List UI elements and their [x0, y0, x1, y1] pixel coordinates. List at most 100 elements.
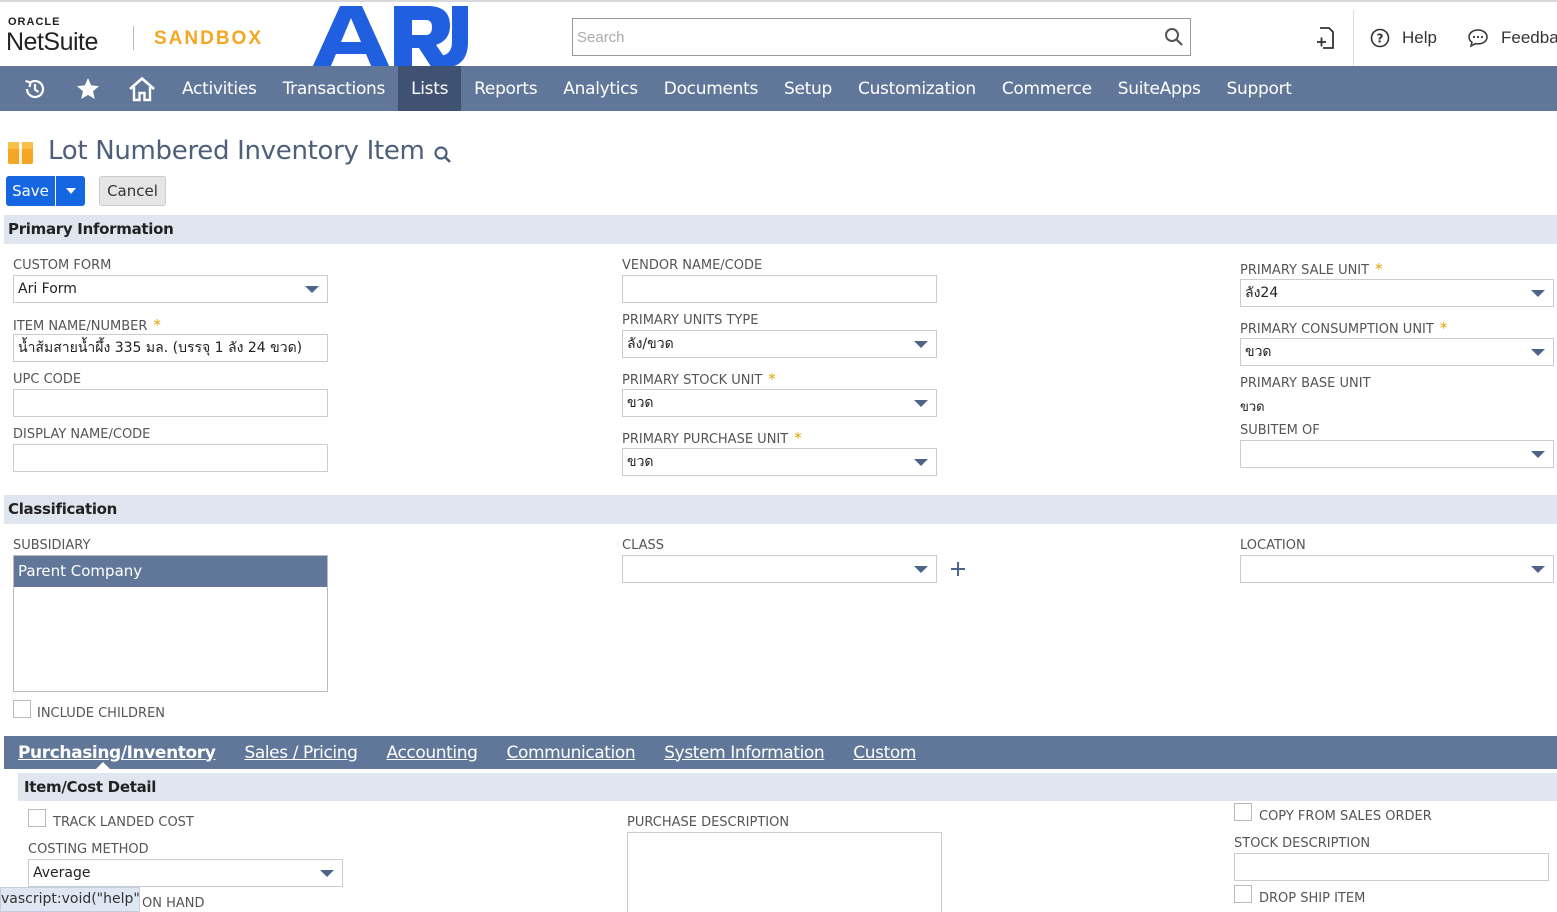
nav-support[interactable]: Support [1214, 66, 1305, 111]
tab-accounting[interactable]: Accounting [387, 743, 478, 763]
chevron-down-icon [914, 341, 928, 348]
subitem-of-select[interactable] [1240, 440, 1554, 468]
required-marker: * [794, 429, 802, 447]
purchase-description-textarea[interactable] [627, 832, 942, 912]
feedback-link[interactable]: Feedba [1467, 26, 1557, 50]
class-select[interactable] [622, 555, 937, 583]
header-divider [1353, 10, 1354, 66]
tab-custom[interactable]: Custom [853, 743, 916, 763]
subsidiary-listbox[interactable]: Parent Company [13, 555, 328, 692]
star-icon[interactable] [61, 66, 115, 111]
status-bar-url: vascript:void("help") [0, 887, 140, 912]
create-new-icon[interactable] [1314, 26, 1338, 50]
main-nav: Activities Transactions Lists Reports An… [0, 66, 1557, 111]
subitem-of-label: SUBITEM OF [1240, 423, 1320, 438]
purchase-unit-select[interactable]: ขวด [622, 448, 937, 476]
chevron-down-icon [914, 400, 928, 407]
chevron-down-icon [1531, 290, 1545, 297]
netsuite-wordmark[interactable]: NetSuite [6, 28, 98, 57]
subsidiary-option-selected[interactable]: Parent Company [14, 556, 327, 587]
purchase-unit-label: PRIMARY PURCHASE UNIT * [622, 429, 802, 447]
sale-unit-select[interactable]: ลัง24 [1240, 279, 1554, 307]
consumption-unit-label: PRIMARY CONSUMPTION UNIT * [1240, 319, 1447, 337]
search-icon[interactable] [1164, 27, 1184, 47]
subtab-bar: Purchasing/Inventory Sales / Pricing Acc… [4, 736, 1557, 769]
custom-form-value: Ari Form [18, 281, 77, 297]
search-icon[interactable] [433, 145, 453, 165]
sale-unit-value: ลัง24 [1245, 285, 1279, 301]
nav-commerce[interactable]: Commerce [989, 66, 1105, 111]
vendor-name-label: VENDOR NAME/CODE [622, 258, 763, 273]
include-children-label: INCLUDE CHILDREN [37, 706, 166, 721]
brand-divider [133, 26, 134, 50]
upc-code-label: UPC CODE [13, 372, 82, 387]
item-name-input[interactable] [14, 335, 327, 361]
chevron-down-icon [914, 459, 928, 466]
save-button[interactable]: Save [6, 176, 55, 206]
nav-setup[interactable]: Setup [771, 66, 845, 111]
stock-description-input[interactable] [1235, 854, 1548, 880]
drop-ship-checkbox[interactable] [1234, 885, 1252, 903]
nav-analytics[interactable]: Analytics [550, 66, 651, 111]
upc-code-input[interactable] [14, 390, 327, 416]
tab-communication[interactable]: Communication [506, 743, 635, 763]
include-children-checkbox[interactable] [13, 700, 31, 718]
chevron-down-icon [305, 286, 319, 293]
help-link[interactable]: ? Help [1370, 26, 1437, 50]
copy-from-sales-order-checkbox[interactable] [1234, 803, 1252, 821]
chevron-down-icon [1531, 451, 1545, 458]
chevron-down-icon [1531, 349, 1545, 356]
nav-lists[interactable]: Lists [398, 66, 462, 111]
location-select[interactable] [1240, 555, 1554, 583]
custom-form-select[interactable]: Ari Form [13, 275, 328, 303]
costing-method-label: COSTING METHOD [28, 842, 149, 857]
costing-method-select[interactable]: Average [28, 859, 343, 887]
nav-reports[interactable]: Reports [461, 66, 550, 111]
costing-method-value: Average [33, 865, 91, 881]
tab-purchasing-inventory[interactable]: Purchasing/Inventory [18, 743, 216, 763]
help-label: Help [1402, 28, 1437, 47]
base-unit-value: ขวด [1240, 400, 1265, 415]
inventory-box-icon [8, 142, 33, 164]
units-type-select[interactable]: ลัง/ขวด [622, 330, 937, 358]
nav-documents[interactable]: Documents [651, 66, 771, 111]
primary-information-header[interactable]: Primary Information [4, 215, 1557, 244]
global-search-input[interactable] [573, 19, 1143, 55]
nav-customization[interactable]: Customization [845, 66, 989, 111]
nav-transactions[interactable]: Transactions [270, 66, 399, 111]
required-marker: * [768, 370, 776, 388]
display-name-field[interactable] [13, 444, 328, 472]
units-type-value: ลัง/ขวด [627, 336, 674, 352]
display-name-input[interactable] [14, 445, 327, 471]
vendor-name-field[interactable] [622, 275, 937, 303]
consumption-unit-label-text: PRIMARY CONSUMPTION UNIT [1240, 322, 1434, 337]
upc-code-field[interactable] [13, 389, 328, 417]
save-options-button[interactable] [56, 176, 85, 206]
chevron-down-icon [65, 188, 76, 194]
item-name-field[interactable] [13, 334, 328, 362]
units-type-label: PRIMARY UNITS TYPE [622, 313, 759, 328]
drop-ship-label: DROP SHIP ITEM [1259, 891, 1366, 906]
classification-header[interactable]: Classification [4, 495, 1557, 524]
add-class-icon[interactable] [947, 558, 969, 580]
display-name-label: DISPLAY NAME/CODE [13, 427, 151, 442]
track-landed-cost-label: TRACK LANDED COST [53, 815, 194, 830]
feedback-label: Feedba [1501, 28, 1557, 47]
stock-description-label: STOCK DESCRIPTION [1234, 836, 1371, 851]
global-search[interactable] [572, 18, 1191, 56]
recent-records-icon[interactable] [9, 66, 61, 111]
required-marker: * [1439, 319, 1448, 337]
track-landed-cost-checkbox[interactable] [28, 809, 46, 827]
nav-suiteapps[interactable]: SuiteApps [1105, 66, 1214, 111]
item-cost-detail-header[interactable]: Item/Cost Detail [18, 773, 1557, 801]
nav-activities[interactable]: Activities [169, 66, 270, 111]
stock-description-field[interactable] [1234, 853, 1549, 881]
cancel-button[interactable]: Cancel [99, 176, 166, 206]
vendor-name-input[interactable] [623, 276, 936, 302]
home-icon[interactable] [115, 66, 169, 111]
consumption-unit-select[interactable]: ขวด [1240, 338, 1554, 366]
tab-sales-pricing[interactable]: Sales / Pricing [244, 743, 357, 763]
page-title: Lot Numbered Inventory Item [48, 136, 425, 166]
tab-system-information[interactable]: System Information [664, 743, 824, 763]
stock-unit-select[interactable]: ขวด [622, 389, 937, 417]
